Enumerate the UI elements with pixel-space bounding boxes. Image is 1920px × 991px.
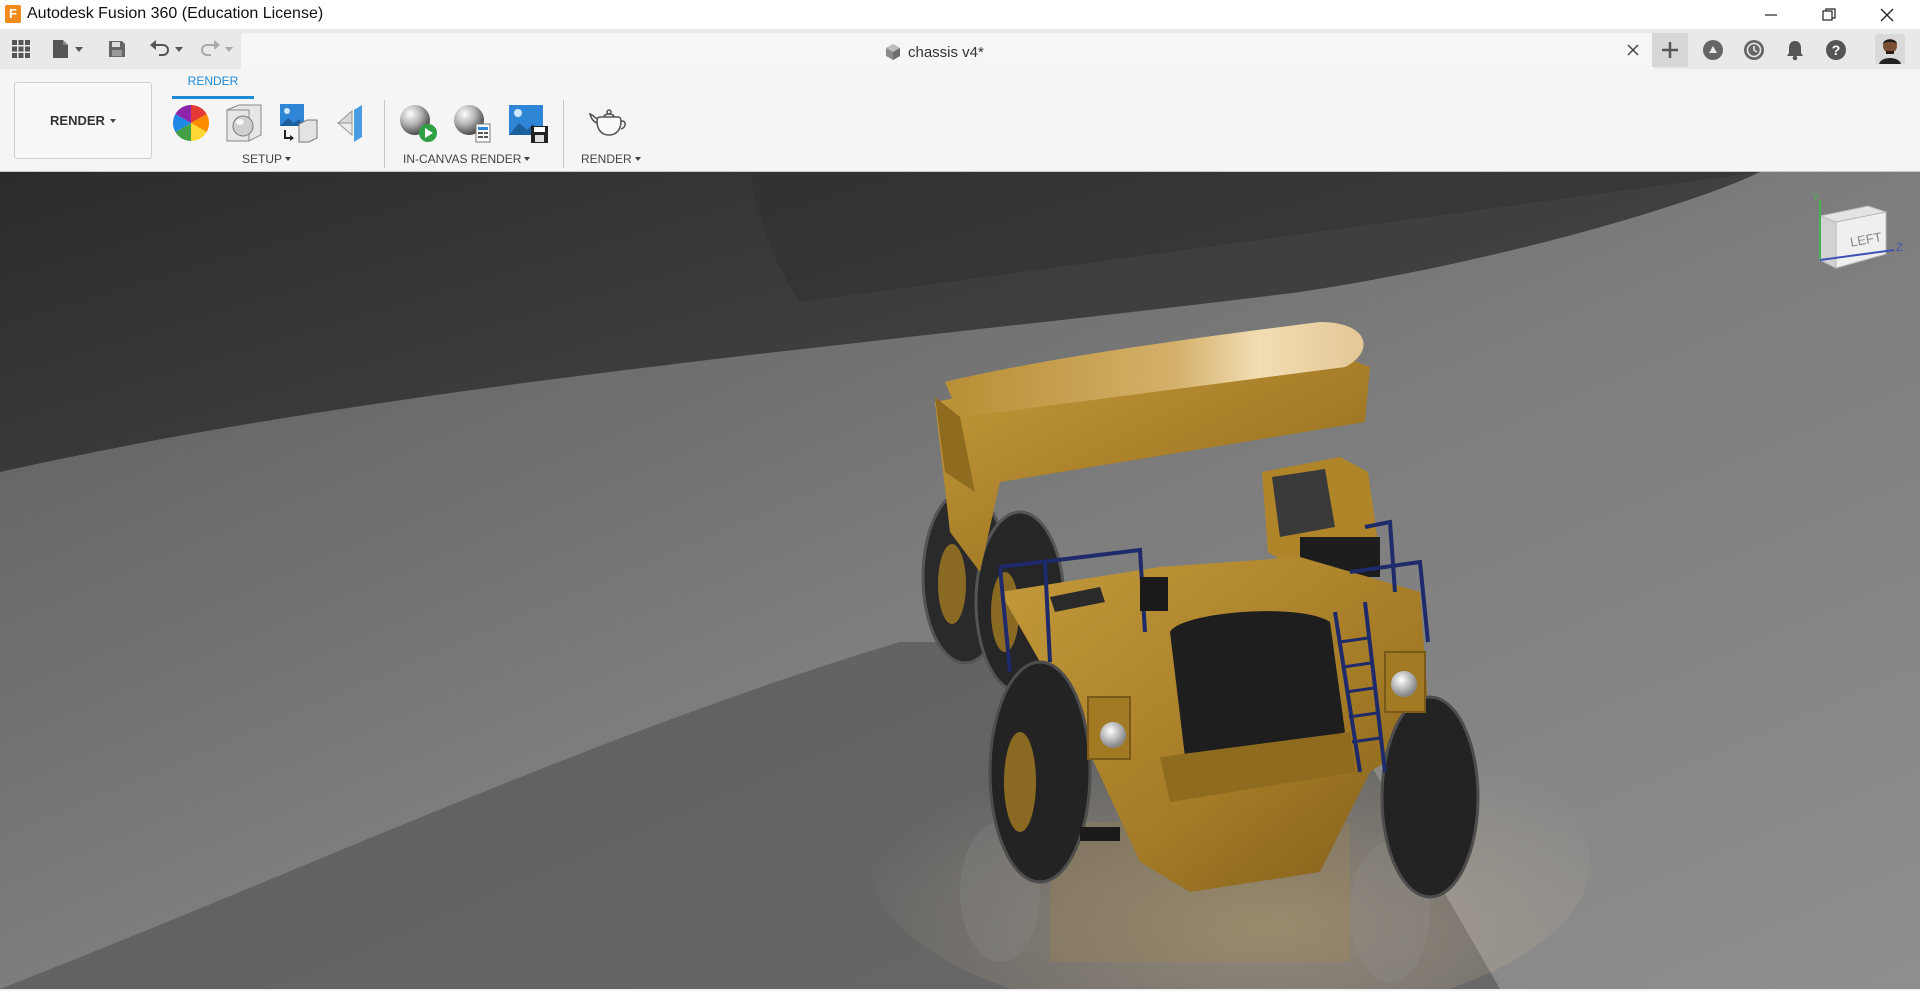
render-button[interactable] [588, 101, 632, 145]
texture-map-button[interactable] [276, 101, 320, 145]
appearance-icon [172, 105, 210, 141]
workspace-label: RENDER [50, 113, 105, 128]
in-canvas-render-group-label[interactable]: IN-CANVAS RENDER [403, 152, 531, 166]
in-canvas-render-button[interactable] [396, 101, 440, 145]
toolbar-divider [384, 100, 385, 168]
render-group-label[interactable]: RENDER [581, 152, 641, 166]
in-canvas-render-settings-button[interactable] [450, 101, 494, 145]
viewcube-axis-z: Z [1896, 242, 1903, 254]
tab-render[interactable]: RENDER [172, 74, 254, 88]
scene-settings-button[interactable] [222, 101, 266, 145]
close-tab-button[interactable] [1625, 42, 1641, 58]
save-icon [109, 41, 125, 57]
in-canvas-settings-icon [454, 105, 491, 143]
rendered-scene [0, 172, 1920, 989]
viewcube[interactable]: LEFT Y Z [1806, 192, 1906, 294]
setup-label-text: SETUP [242, 152, 283, 166]
grid-icon [12, 40, 30, 58]
extensions-icon [1703, 40, 1723, 60]
notifications-icon [1787, 41, 1803, 61]
svg-text:?: ? [1832, 42, 1841, 58]
decal-icon [336, 105, 362, 142]
undo-icon [150, 40, 183, 56]
active-tab-indicator [172, 96, 254, 99]
scene-settings-icon [226, 104, 262, 142]
redo-icon [201, 40, 233, 56]
canvas-viewport[interactable]: LEFT Y Z [0, 172, 1920, 989]
extensions-button[interactable] [1701, 38, 1725, 62]
new-tab-button[interactable] [1652, 33, 1688, 67]
job-status-icon [1744, 40, 1764, 60]
file-icon [53, 40, 83, 58]
toolbar-divider [563, 100, 564, 168]
texture-map-icon [280, 104, 318, 143]
help-button[interactable]: ? [1824, 38, 1848, 62]
document-title-text: chassis v4* [908, 43, 984, 61]
viewcube-axis-y: Y [1812, 192, 1820, 204]
chevron-down-icon [109, 118, 116, 123]
chevron-down-icon [524, 157, 531, 161]
restore-button[interactable] [1800, 0, 1858, 29]
capture-image-icon [509, 105, 548, 143]
capture-image-button[interactable] [506, 101, 550, 145]
help-icon: ? [1826, 40, 1846, 60]
app-logo: F [5, 5, 21, 23]
window-title: Autodesk Fusion 360 (Education License) [27, 5, 324, 22]
render-teapot-icon [588, 109, 626, 136]
redo-button[interactable] [196, 38, 236, 60]
appearance-button[interactable] [169, 101, 213, 145]
avatar[interactable] [1875, 34, 1905, 64]
close-icon [1880, 8, 1894, 21]
close-window-button[interactable] [1858, 0, 1916, 29]
undo-button[interactable] [146, 38, 186, 60]
chevron-down-icon [285, 157, 292, 161]
file-menu-button[interactable] [50, 38, 86, 60]
cube-icon [886, 44, 900, 60]
job-status-button[interactable] [1742, 38, 1766, 62]
setup-group-label[interactable]: SETUP [242, 152, 292, 166]
close-icon [1627, 44, 1639, 56]
save-button[interactable] [106, 38, 128, 60]
in-canvas-render-icon [400, 105, 437, 142]
data-panel-button[interactable] [10, 38, 32, 60]
plus-icon [1662, 42, 1678, 58]
minimize-icon [1765, 13, 1777, 16]
notifications-button[interactable] [1783, 38, 1807, 62]
chevron-down-icon [634, 157, 641, 161]
workspace-switcher[interactable]: RENDER [14, 82, 152, 159]
decal-button[interactable] [330, 101, 374, 145]
user-avatar-icon [1875, 34, 1905, 64]
minimize-button[interactable] [1742, 0, 1800, 29]
restore-icon [1822, 7, 1836, 21]
in-canvas-render-label-text: IN-CANVAS RENDER [403, 152, 522, 166]
render-label-text: RENDER [581, 152, 632, 166]
document-title: chassis v4* [884, 43, 984, 61]
